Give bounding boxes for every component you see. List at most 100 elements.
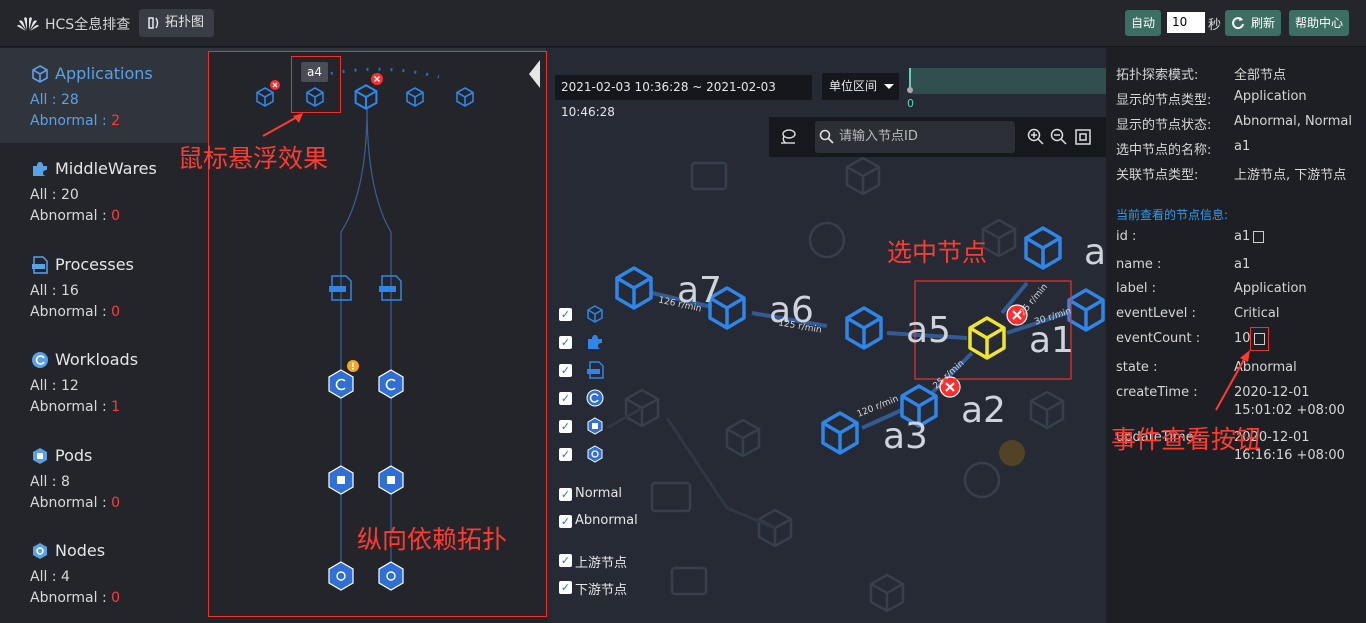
category-abnormal-count: Abnormal : 1 — [30, 399, 121, 415]
puzzle-icon — [33, 162, 47, 176]
copy-icon[interactable] — [1253, 231, 1264, 243]
document-icon — [1254, 333, 1265, 345]
info-value: Application — [1234, 281, 1307, 296]
info-key: state : — [1116, 360, 1158, 375]
vertical-topology-panel: a4 鼠标悬浮效果 纵向依赖拓扑 — [178, 51, 547, 617]
detail-value: 全部节点 — [1234, 68, 1287, 83]
category-all-count: All : 16 — [30, 283, 79, 299]
workload-node[interactable] — [328, 369, 354, 399]
category-all-count: All : 4 — [30, 569, 70, 585]
category-name: MiddleWares — [55, 159, 157, 178]
process-icon — [32, 256, 48, 274]
zoom-out-icon[interactable] — [1050, 128, 1068, 146]
category-name: Nodes — [55, 541, 106, 560]
category-all-count: All : 28 — [30, 92, 79, 108]
annotation-selected-label: 选中节点 — [887, 238, 988, 267]
detail-key: 关联节点类型: — [1116, 168, 1199, 183]
category-abnormal-count: Abnormal : 0 — [30, 304, 121, 320]
node-label-a2: a2 — [961, 390, 1006, 431]
category-name: Applications — [55, 64, 153, 83]
app-node[interactable] — [406, 87, 424, 107]
filter-upstream-checkbox[interactable]: ✓ — [559, 554, 572, 567]
dependency-link — [340, 106, 368, 572]
pod-icon — [33, 448, 47, 464]
filter-downstream-checkbox[interactable]: ✓ — [559, 581, 572, 594]
filter-normal-checkbox[interactable]: ✓ — [559, 488, 572, 501]
detail-key: 拓扑探索模式: — [1116, 68, 1199, 83]
filter-downstream-label: 下游节点 — [575, 583, 628, 598]
app-node[interactable] — [354, 84, 378, 110]
node-label-a-partial: a — [1084, 232, 1107, 273]
tab-topology[interactable]: 拓扑图 — [139, 9, 215, 37]
filter-app-checkbox[interactable]: ✓ — [559, 308, 572, 321]
workload-node[interactable] — [378, 369, 404, 399]
filter-workload-checkbox[interactable]: ✓ — [559, 392, 572, 405]
graph-node-a5[interactable] — [845, 306, 883, 350]
annotation-arrow — [1215, 350, 1250, 411]
info-value: Critical — [1234, 306, 1280, 321]
graph-node-a1[interactable] — [968, 316, 1006, 360]
lasso-icon[interactable] — [779, 127, 797, 145]
zoom-in-icon[interactable] — [1027, 128, 1045, 146]
refresh-button[interactable]: 刷新 — [1225, 10, 1282, 36]
filter-process-checkbox[interactable]: ✓ — [559, 364, 572, 377]
puzzle-icon — [588, 335, 602, 349]
node-info-section-title: 当前查看的节点信息: — [1116, 208, 1229, 222]
node-search-input[interactable]: 请输入节点ID — [815, 121, 1015, 153]
graph-node-a3[interactable] — [821, 411, 859, 455]
host-node[interactable] — [378, 561, 404, 591]
collapse-arrow-icon[interactable] — [529, 60, 540, 88]
filter-abnormal-checkbox[interactable]: ✓ — [559, 515, 572, 528]
filter-normal-label: Normal — [575, 486, 623, 501]
filter-pod-checkbox[interactable]: ✓ — [559, 420, 572, 433]
detail-key: 选中节点的名称: — [1116, 143, 1212, 158]
info-key: label : — [1116, 281, 1156, 296]
graph-node-a7[interactable] — [615, 266, 653, 310]
app-title: HCS全息排查 — [45, 17, 131, 33]
time-slider-track[interactable] — [910, 68, 1106, 94]
unit-interval-dropdown[interactable]: 单位区间 — [822, 73, 899, 100]
process-icon — [587, 361, 604, 379]
info-key: eventLevel : — [1116, 306, 1196, 321]
topology-icon — [148, 17, 159, 29]
fit-view-icon[interactable] — [1074, 128, 1092, 146]
help-center-button[interactable]: 帮助中心 — [1289, 10, 1350, 36]
graph-node-a-top[interactable] — [1024, 226, 1062, 270]
host-node[interactable] — [328, 561, 354, 591]
dependency-link — [366, 106, 392, 572]
app-node[interactable] — [256, 87, 274, 107]
caret-down-icon — [884, 84, 894, 89]
pod-node[interactable] — [328, 465, 354, 495]
category-abnormal-count: Abnormal : 0 — [30, 495, 121, 511]
process-node[interactable] — [379, 275, 402, 301]
filter-node-checkbox[interactable]: ✓ — [559, 448, 572, 461]
detail-value: Application — [1234, 89, 1307, 104]
category-name: Pods — [55, 446, 93, 465]
info-value: a1 — [1234, 257, 1251, 272]
app-node[interactable] — [456, 87, 474, 107]
info-key: id : — [1116, 229, 1137, 244]
detail-value: 上游节点, 下游节点 — [1234, 168, 1347, 183]
annotation-arrow — [262, 113, 303, 137]
time-range-display: 2021-02-03 10:36:28 ~ 2021-02-03 10:46:2… — [555, 75, 812, 119]
node-detail-panel: 拓扑探索模式: 全部节点 显示的节点类型: Application 显示的节点状… — [1106, 48, 1366, 623]
pod-icon — [587, 417, 603, 435]
time-slider-handle[interactable] — [907, 87, 913, 93]
interval-unit: 秒 — [1208, 18, 1222, 33]
filter-middleware-checkbox[interactable]: ✓ — [559, 336, 572, 349]
interval-input[interactable]: 10 — [1167, 12, 1205, 33]
auto-button[interactable]: 自动 — [1125, 10, 1162, 36]
graph-node-right[interactable] — [1067, 288, 1105, 332]
hover-highlight-box — [291, 56, 341, 113]
node-label-a5: a5 — [906, 310, 951, 351]
info-key: eventCount : — [1116, 331, 1201, 346]
annotation-event-button-label: 事件查看按钮 — [1111, 425, 1262, 454]
detail-value: Abnormal, Normal — [1234, 114, 1352, 129]
search-icon — [819, 129, 834, 144]
annotation-vertical-label: 纵向依赖拓扑 — [357, 525, 508, 554]
process-node[interactable] — [329, 275, 352, 301]
tab-topology-label: 拓扑图 — [165, 15, 205, 30]
node-label-a3: a3 — [883, 416, 928, 457]
pod-node[interactable] — [378, 465, 404, 495]
node-icon — [587, 445, 603, 463]
